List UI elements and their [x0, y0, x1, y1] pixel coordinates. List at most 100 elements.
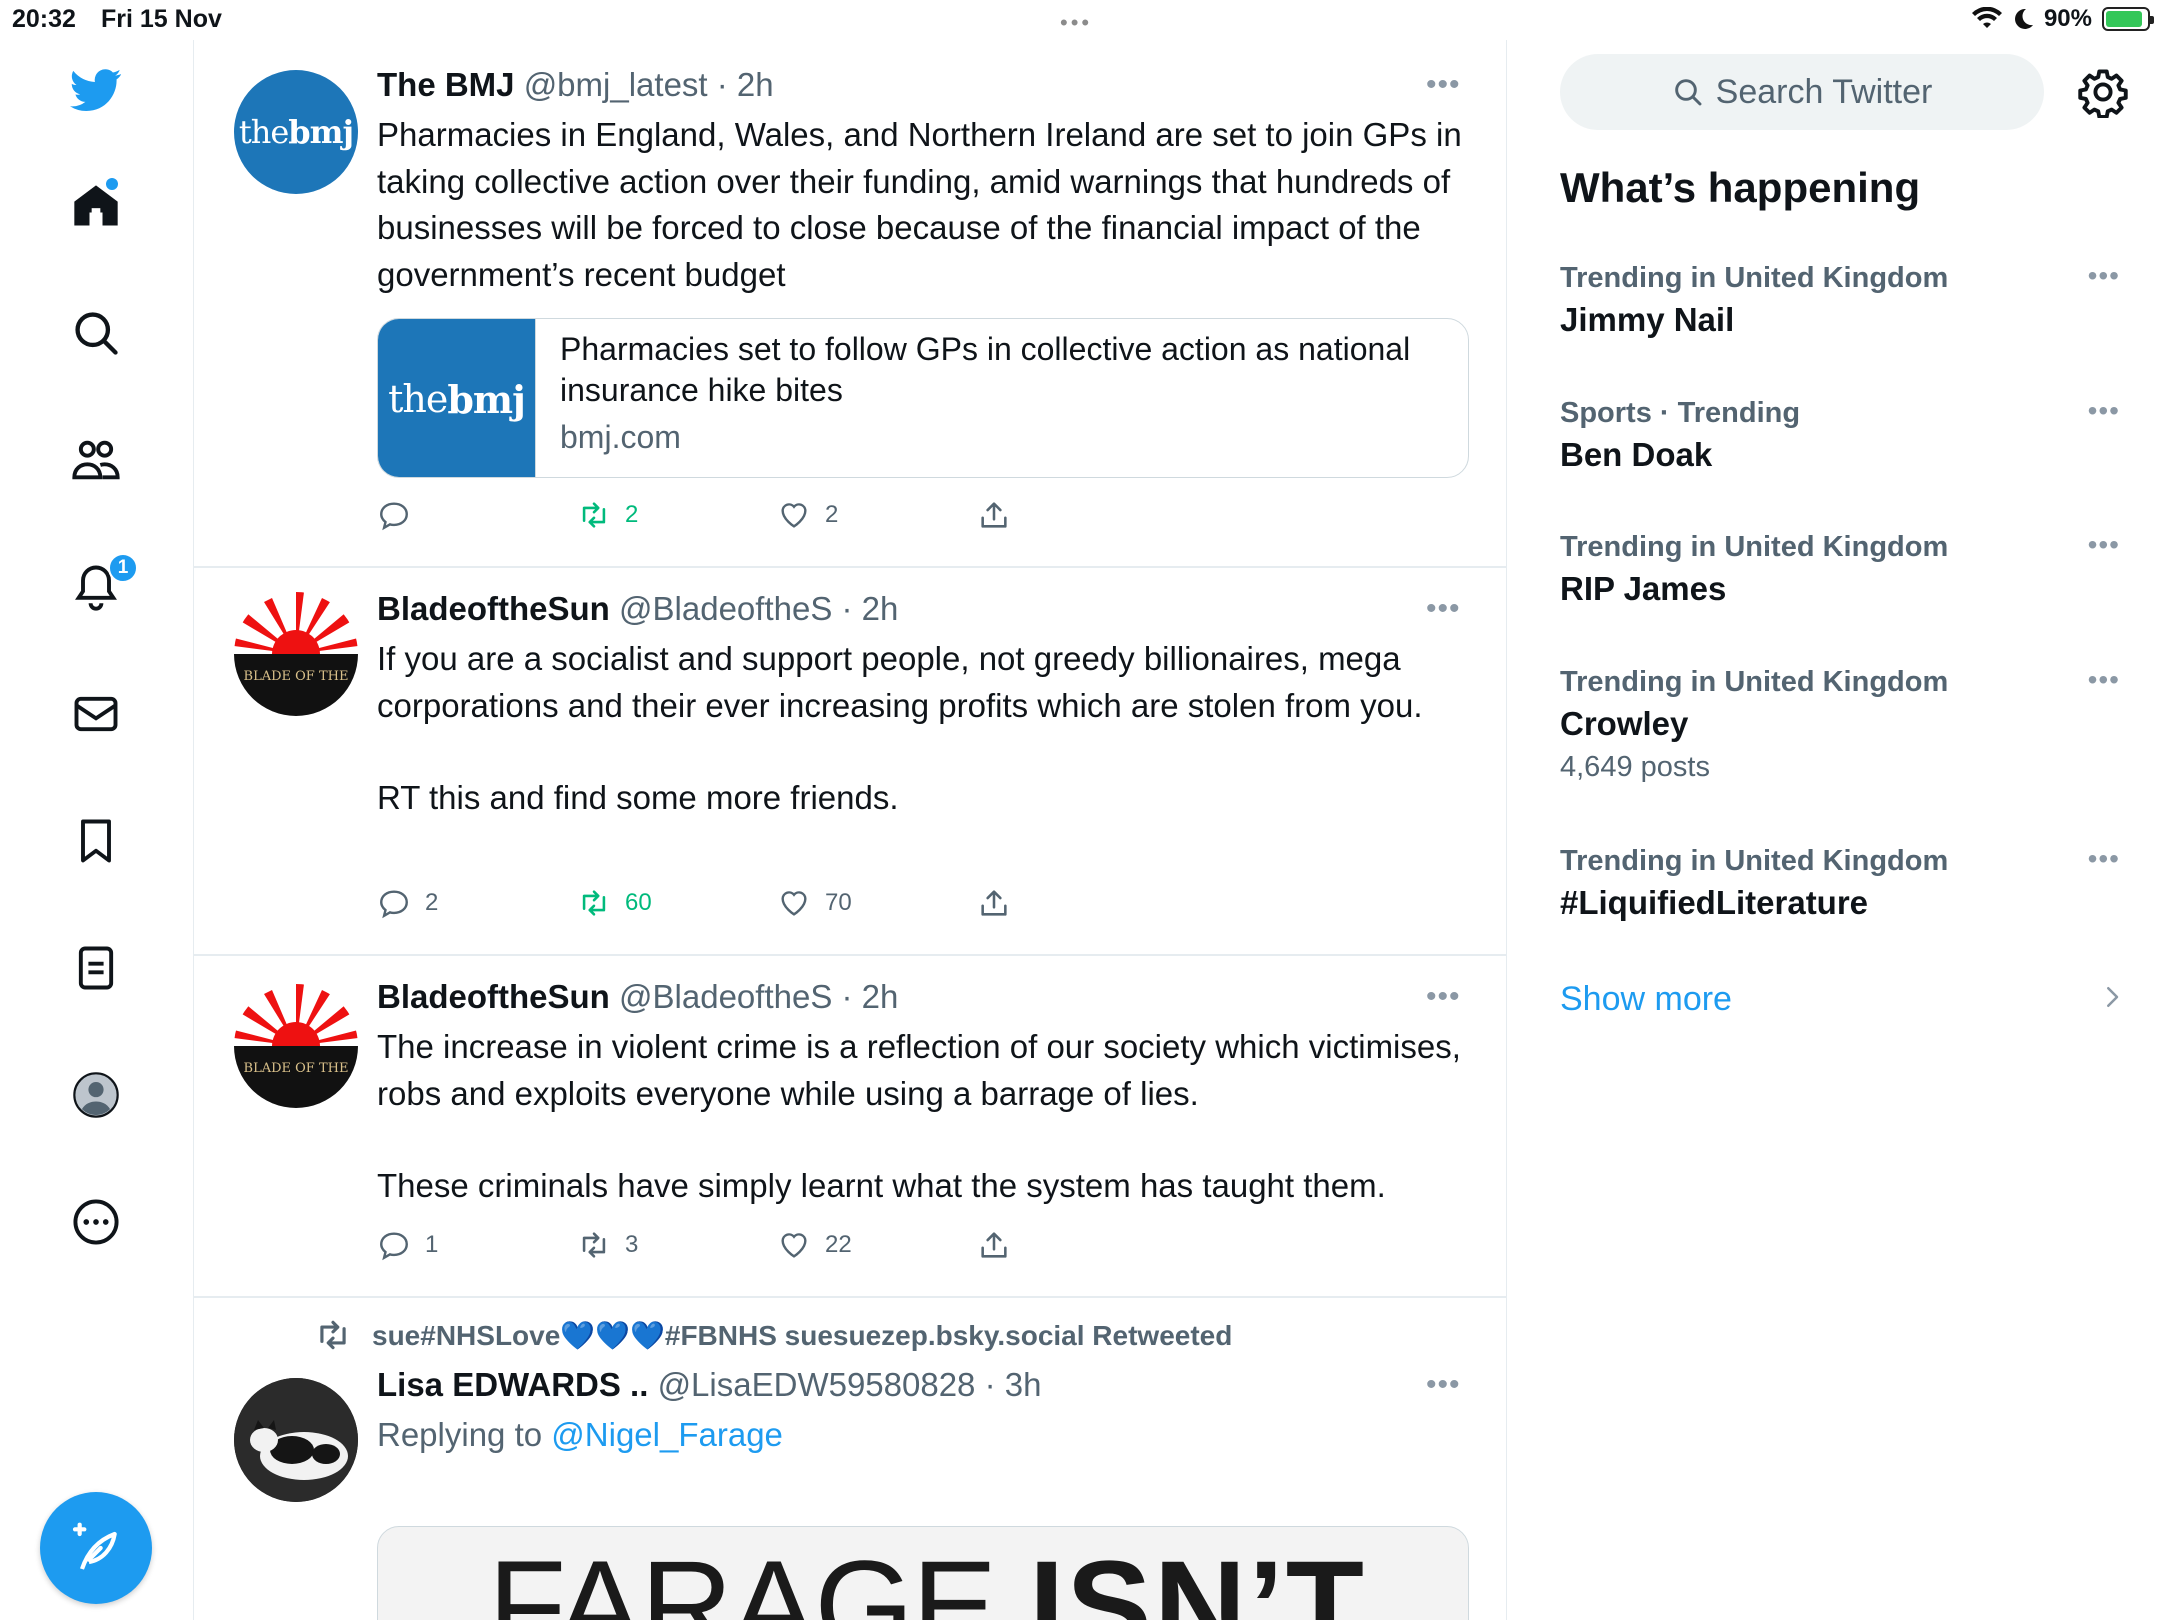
trend-item[interactable]: Sports · Trending Ben Doak •••: [1560, 395, 2120, 474]
trend-title: Crowley: [1560, 705, 1689, 742]
tweet[interactable]: BLADE OF THE BladeoftheSun @BladeoftheS …: [194, 956, 1506, 1298]
avatar[interactable]: [234, 1378, 358, 1502]
profile-icon[interactable]: [66, 1065, 126, 1125]
trend-more-icon[interactable]: •••: [2088, 529, 2120, 561]
like-count: 22: [825, 1231, 852, 1258]
retweet-button[interactable]: 60: [577, 886, 652, 920]
tweet-header: The BMJ @bmj_latest · 2h: [377, 66, 774, 104]
share-icon: [981, 890, 1007, 916]
retweet-count: 2: [625, 501, 639, 528]
like-button[interactable]: 70: [777, 886, 852, 920]
share-icon: [981, 1232, 1007, 1258]
avatar[interactable]: the bmj: [234, 70, 358, 194]
status-right: 90%: [1971, 5, 2154, 33]
share-button[interactable]: [977, 886, 1011, 920]
home-icon[interactable]: [66, 176, 126, 236]
communities-icon[interactable]: [66, 430, 126, 490]
link-card[interactable]: the bmj Pharmacies set to follow GPs in c…: [377, 318, 1469, 478]
share-button[interactable]: [977, 498, 1011, 532]
rising-sun-avatar-image: BLADE OF THE: [234, 592, 358, 716]
wifi-icon: [1971, 7, 2002, 28]
handle-time: @bmj_latest · 2h: [523, 66, 774, 103]
tweet[interactable]: BLADE OF THE BladeoftheSun @BladeoftheS …: [194, 568, 1506, 956]
reply-button[interactable]: [377, 498, 425, 532]
retweet-icon: [582, 1232, 606, 1258]
display-name[interactable]: The BMJ: [377, 66, 515, 103]
trend-item[interactable]: Trending in United Kingdom Crowley 4,649…: [1560, 664, 2120, 784]
display-name[interactable]: Lisa EDWARDS ..: [377, 1366, 648, 1403]
display-name[interactable]: BladeoftheSun: [377, 590, 610, 627]
more-options-icon[interactable]: •••: [1426, 1370, 1466, 1400]
trend-more-icon[interactable]: •••: [2088, 260, 2120, 292]
more-options-icon[interactable]: •••: [1426, 594, 1466, 624]
reply-icon: [380, 502, 408, 531]
reply-count: 2: [425, 889, 439, 916]
multitask-dots[interactable]: •••: [1060, 10, 1092, 36]
bookmark-icon[interactable]: [66, 811, 126, 871]
retweeted-by-line[interactable]: sue#NHSLove💙💙💙#FBNHS suesuezep.bsky.soci…: [314, 1316, 1232, 1354]
more-options-icon[interactable]: •••: [1426, 982, 1466, 1012]
like-button[interactable]: 2: [777, 498, 838, 532]
more-options-icon[interactable]: •••: [1426, 70, 1466, 100]
trend-more-icon[interactable]: •••: [2088, 664, 2120, 696]
mail-icon[interactable]: [66, 684, 126, 744]
reply-button[interactable]: 1: [377, 1228, 438, 1262]
home-unread-dot: [106, 178, 118, 190]
status-bar: 20:32 Fri 15 Nov ••• 90%: [0, 0, 2160, 40]
retweet-icon: [582, 502, 606, 528]
retweet-button[interactable]: 2: [577, 498, 638, 532]
retweeted-by-text: sue#NHSLove💙💙💙#FBNHS suesuezep.bsky.soci…: [372, 1319, 1233, 1351]
tweet[interactable]: sue#NHSLove💙💙💙#FBNHS suesuezep.bsky.soci…: [194, 1298, 1506, 1620]
reply-button[interactable]: 2: [377, 886, 438, 920]
trend-more-icon[interactable]: •••: [2088, 395, 2120, 427]
settings-gear-icon[interactable]: [2077, 66, 2129, 119]
retweet-icon: [320, 1320, 346, 1350]
avatar[interactable]: BLADE OF THE: [234, 984, 358, 1108]
more-circle-icon[interactable]: [66, 1192, 126, 1252]
display-name[interactable]: BladeoftheSun: [377, 978, 610, 1015]
card-domain: bmj.com: [560, 419, 681, 455]
trend-context: Sports · Trending: [1560, 397, 1801, 429]
status-date: Fri 15 Nov: [101, 5, 222, 33]
like-button[interactable]: 22: [777, 1228, 852, 1262]
bell-icon[interactable]: 1: [66, 553, 138, 617]
retweet-count: 60: [625, 889, 652, 916]
media-text-part: FARAGE: [488, 1535, 997, 1620]
tweet-media-image[interactable]: FARAGE ISN’T: [377, 1526, 1469, 1620]
rising-sun-avatar-image: BLADE OF THE: [234, 984, 358, 1108]
tweet-paragraph: If you are a socialist and support peopl…: [377, 640, 1423, 724]
left-nav: 1: [0, 40, 193, 1620]
retweet-button[interactable]: 3: [577, 1228, 638, 1262]
heart-icon: [781, 1233, 807, 1258]
trend-more-icon[interactable]: •••: [2088, 843, 2120, 875]
trend-title: Jimmy Nail: [1560, 301, 1735, 338]
lists-icon[interactable]: [66, 938, 126, 998]
reply-mention-link[interactable]: @Nigel_Farage: [551, 1416, 783, 1453]
chevron-right-icon[interactable]: [2097, 982, 2127, 1012]
feather-plus-icon: [72, 1522, 117, 1570]
reply-count: 1: [425, 1231, 439, 1258]
card-thumb-text-bold: bmj: [447, 376, 526, 422]
trend-item[interactable]: Trending in United Kingdom Jimmy Nail ••…: [1560, 260, 2120, 339]
tweet[interactable]: the bmj The BMJ @bmj_latest · 2h ••• Phar…: [194, 40, 1506, 568]
search-input[interactable]: Search Twitter: [1560, 54, 2044, 130]
replying-to: Replying to @Nigel_Farage: [377, 1416, 783, 1454]
handle-time: @BladeoftheS · 2h: [619, 590, 899, 627]
tweet-text: Pharmacies in England, Wales, and Northe…: [377, 116, 1462, 293]
trend-item[interactable]: Trending in United Kingdom #LiquifiedLit…: [1560, 843, 2120, 922]
tweet-paragraph: RT this and find some more friends.: [377, 779, 899, 816]
search-icon[interactable]: [66, 303, 126, 363]
avatar[interactable]: BLADE OF THE: [234, 592, 358, 716]
share-button[interactable]: [977, 1228, 1011, 1262]
trend-item[interactable]: Trending in United Kingdom RIP James •••: [1560, 529, 2120, 608]
twitter-logo-icon[interactable]: [66, 60, 126, 120]
reply-icon: [380, 890, 408, 919]
show-more-link[interactable]: Show more: [1560, 980, 1732, 1019]
media-image-text: FARAGE ISN’T: [488, 1533, 1366, 1620]
battery-icon: [2102, 7, 2154, 31]
trend-title: Ben Doak: [1560, 436, 1713, 473]
tweet-header: BladeoftheSun @BladeoftheS · 2h: [377, 590, 898, 628]
search-placeholder: Search Twitter: [1715, 72, 1933, 111]
compose-tweet-button[interactable]: [40, 1492, 152, 1604]
tweet-paragraph: These criminals have simply learnt what …: [377, 1167, 1386, 1204]
